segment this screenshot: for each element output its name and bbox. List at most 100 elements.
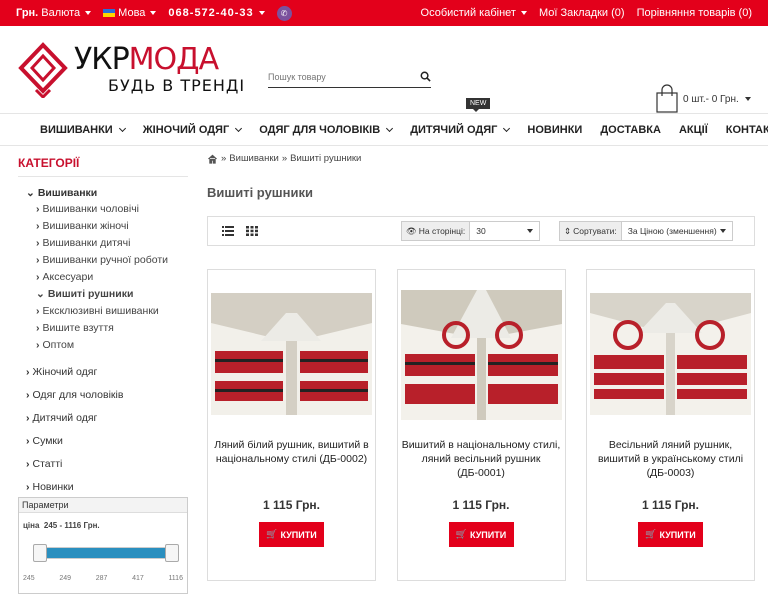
home-icon[interactable] <box>207 154 218 164</box>
top-bar: Грн. Валюта Мова 068-572-40-33 ✆ Особист… <box>0 0 768 26</box>
nav-new[interactable]: НОВИНКИ <box>527 124 582 136</box>
nav-label: ВИШИВАНКИ <box>40 123 113 136</box>
chevron-down-icon <box>744 97 751 101</box>
chevron-down-icon <box>527 229 533 233</box>
shopping-bag-icon <box>656 84 678 113</box>
sort-icon: ⇕ <box>564 225 572 236</box>
eye-icon: 👁 <box>406 225 417 236</box>
search-icon[interactable] <box>420 71 431 82</box>
search-input[interactable] <box>268 71 408 82</box>
site-header: УКРМОДА БУДЬ В ТРЕНДІ 0 шт.- 0 Грн. <box>0 26 768 114</box>
currency-selector[interactable]: Грн. Валюта <box>16 7 92 19</box>
subcategory-label: Вишиванки дитячі <box>42 237 131 249</box>
product-image[interactable] <box>590 293 751 415</box>
buy-button[interactable]: 🛒 КУПИТИ <box>448 522 514 547</box>
subcategory-item[interactable]: › Вишиванки жіночі <box>18 220 188 233</box>
logo-tagline: БУДЬ В ТРЕНДІ <box>108 76 246 95</box>
product-name[interactable]: Ляний білий рушник, вишитий в національн… <box>208 438 375 466</box>
category-item[interactable]: › Дитячий одяг <box>18 412 188 424</box>
nav-mens[interactable]: ОДЯГ ДЛЯ ЧОЛОВІКІВ <box>259 123 394 136</box>
product-image[interactable] <box>211 293 372 415</box>
product-image[interactable] <box>400 290 562 420</box>
price-label-text: ціна <box>23 521 40 530</box>
nav-sales[interactable]: АКЦІЇ <box>679 124 708 136</box>
logo-main-text: УКР <box>74 42 130 77</box>
account-menu[interactable]: Особистий кабінет <box>421 7 527 19</box>
subcategory-label: Аксесуари <box>42 271 94 283</box>
category-item[interactable]: › Одяг для чоловіків <box>18 389 188 401</box>
subcategory-item[interactable]: › Аксесуари <box>18 271 188 284</box>
breadcrumb-current[interactable]: Вишиті рушники <box>290 153 361 164</box>
nav-womens[interactable]: ЖІНОЧИЙ ОДЯГ <box>142 123 243 136</box>
price-slider-max-handle[interactable] <box>165 544 179 562</box>
category-item[interactable]: › Жіночий одяг <box>18 366 188 378</box>
category-item[interactable]: › Сумки <box>18 435 188 447</box>
product-toolbar: 👁 На сторінці: 30 ⇕ Сортувати: За Ціною (з… <box>207 216 755 246</box>
product-name[interactable]: Весільний ляний рушник, вишитий в україн… <box>587 438 754 480</box>
sort-select[interactable]: ⇕ Сортувати: За Ціною (зменшення) <box>559 221 733 241</box>
wishlist-link[interactable]: Мої Закладки (0) <box>539 7 625 19</box>
viber-icon[interactable]: ✆ <box>276 5 292 21</box>
subcategory-label: Вишите взуття <box>42 322 114 334</box>
slider-tick: 287 <box>95 575 108 582</box>
per-page-select[interactable]: 👁 На сторінці: 30 <box>401 221 540 241</box>
buy-label: КУПИТИ <box>659 529 696 540</box>
subcategory-item[interactable]: › Оптом <box>18 339 188 352</box>
cart-icon: 🛒 <box>645 529 657 539</box>
category-sidebar: КАТЕГОРІЇ ⌄ Вишиванки › Вишиванки чоловічі… <box>18 156 188 594</box>
subcategory-label: Вишиванки жіночі <box>42 220 129 232</box>
phone-selector[interactable]: 068-572-40-33 <box>168 7 265 19</box>
product-grid: Ляний білий рушник, вишитий в національн… <box>207 269 755 581</box>
subcategory-item[interactable]: › Ексклюзивні вишиванки <box>18 305 188 318</box>
chevron-down-icon <box>118 124 126 132</box>
cart-widget[interactable]: 0 шт.- 0 Грн. <box>655 84 751 114</box>
nav-contacts[interactable]: КОНТАКТИ <box>726 124 768 136</box>
slider-tick: 1116 <box>168 575 183 582</box>
price-slider-fill <box>41 548 173 558</box>
buy-button[interactable]: 🛒 КУПИТИ <box>259 522 324 547</box>
language-selector[interactable]: Мова <box>103 7 157 19</box>
category-item[interactable]: › Новинки <box>18 481 188 493</box>
main-content: » Вишиванки » Вишиті рушники Вишиті рушник… <box>207 153 755 581</box>
nav-label: ОДЯГ ДЛЯ ЧОЛОВІКІВ <box>259 123 381 136</box>
subcategory-label: Вишиванки чоловічі <box>42 203 140 215</box>
chevron-down-icon <box>520 11 527 15</box>
chevron-down-icon <box>503 124 511 132</box>
nav-vyshyvanky[interactable]: ВИШИВАНКИ <box>40 123 126 136</box>
subcategory-item-active[interactable]: ⌄ Вишиті рушники <box>18 288 188 301</box>
category-label: Жіночий одяг <box>32 366 98 378</box>
subcategory-item[interactable]: › Вишиванки чоловічі <box>18 203 188 216</box>
buy-button[interactable]: 🛒 КУПИТИ <box>638 522 703 547</box>
list-view-icon[interactable] <box>222 226 234 236</box>
category-item[interactable]: › Статті <box>18 458 188 470</box>
product-name[interactable]: Вишитий в національному стилі, ляний вес… <box>398 438 565 480</box>
currency-menu-label: Валюта <box>41 7 81 19</box>
chevron-down-icon <box>386 124 394 132</box>
cart-icon: 🛒 <box>455 529 467 539</box>
site-logo[interactable]: УКРМОДА БУДЬ В ТРЕНДІ <box>18 41 258 98</box>
subcategory-item[interactable]: › Вишите взуття <box>18 322 188 335</box>
product-price: 1 115 Грн. <box>452 498 510 512</box>
grid-view-icon[interactable] <box>246 226 258 236</box>
nav-kids[interactable]: ДИТЯЧИЙ ОДЯГ <box>410 124 511 136</box>
sort-label-text: Сортувати: <box>573 226 617 236</box>
chevron-down-icon <box>85 11 92 15</box>
slider-tick: 417 <box>132 575 144 582</box>
compare-link[interactable]: Порівняння товарів (0) <box>637 7 752 19</box>
nav-delivery[interactable]: ДОСТАВКА <box>600 124 661 136</box>
price-slider-min-handle[interactable] <box>33 544 47 562</box>
price-slider[interactable] <box>33 544 179 562</box>
slider-tick: 245 <box>23 575 35 582</box>
category-vyshyvanky[interactable]: ⌄ Вишиванки <box>18 187 188 199</box>
category-label: Статті <box>32 458 63 470</box>
subcategory-label: Ексклюзивні вишиванки <box>42 305 159 317</box>
chevron-down-icon <box>258 11 265 15</box>
per-page-label-text: На сторінці: <box>418 226 466 236</box>
category-label: Дитячий одяг <box>32 412 98 424</box>
filter-panel: Параметри ціна 245 - 1116 Грн. 245 249 2… <box>18 497 188 594</box>
nav-label: ЖІНОЧИЙ ОДЯГ <box>142 123 230 136</box>
chevron-down-icon <box>235 124 243 132</box>
breadcrumb-link[interactable]: Вишиванки <box>229 153 279 164</box>
subcategory-item[interactable]: › Вишиванки ручної роботи <box>18 254 188 267</box>
subcategory-item[interactable]: › Вишиванки дитячі <box>18 237 188 250</box>
